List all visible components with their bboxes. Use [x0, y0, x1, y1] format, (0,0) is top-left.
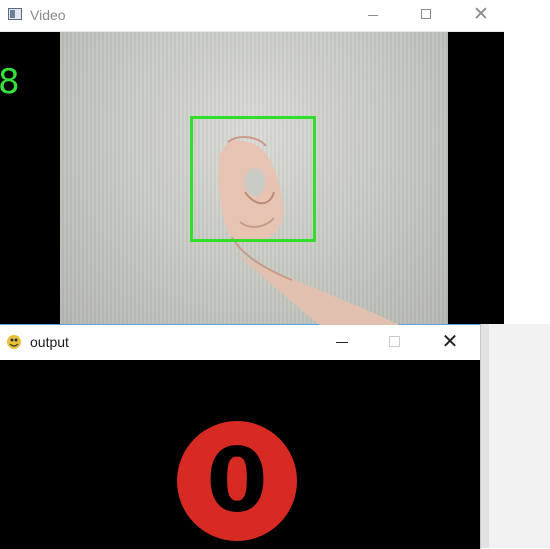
background-window-edge [481, 324, 550, 548]
video-window: Video ✕ 8 [0, 0, 504, 325]
frame-count-label: 8 [0, 62, 20, 102]
prediction-value: 0 [206, 429, 268, 532]
roi-box [190, 116, 316, 242]
minimize-button[interactable] [316, 325, 368, 360]
minimize-button[interactable] [350, 0, 396, 31]
video-window-title: Video [30, 7, 66, 23]
output-canvas: 0 [0, 361, 480, 549]
video-canvas: 8 [0, 32, 504, 325]
output-window-title: output [30, 334, 69, 350]
output-window: output ✕ 0 [0, 324, 481, 549]
prediction-badge: 0 [177, 421, 297, 541]
maximize-button[interactable] [403, 0, 449, 31]
maximize-button[interactable] [369, 325, 421, 360]
camera-feed [60, 32, 448, 325]
video-window-icon [8, 8, 22, 20]
output-titlebar[interactable]: output ✕ [0, 325, 480, 360]
pygame-snake-icon [7, 335, 21, 349]
close-button[interactable]: ✕ [458, 0, 504, 31]
close-button[interactable]: ✕ [424, 325, 476, 360]
video-titlebar[interactable]: Video ✕ [0, 0, 504, 32]
